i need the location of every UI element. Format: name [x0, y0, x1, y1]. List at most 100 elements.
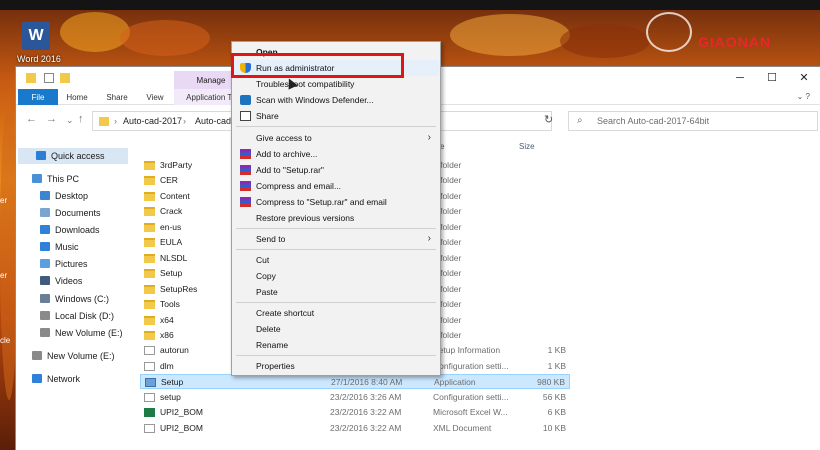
file-name: x86: [160, 329, 174, 340]
new-folder-icon[interactable]: [60, 73, 70, 83]
breadcrumb-auto-cad-2017[interactable]: Auto-cad-2017: [123, 116, 182, 126]
nav-item-documents[interactable]: Documents: [40, 205, 101, 221]
menu-item-copy[interactable]: Copy: [233, 268, 439, 284]
menu-item-rename[interactable]: Rename: [233, 337, 439, 353]
submenu-arrow-icon: ›: [427, 132, 431, 143]
nav-item-network[interactable]: Network: [32, 371, 80, 387]
share-icon: [240, 111, 251, 121]
maximize-button[interactable]: ☐: [756, 67, 788, 89]
breadcrumb-current[interactable]: Auto-cad-: [195, 116, 234, 126]
doc-icon: [144, 361, 155, 371]
file-date: 27/1/2016 8:40 AM: [331, 377, 403, 388]
desktop-edge-label: er: [0, 271, 8, 280]
menu-label: Add to archive...: [256, 149, 318, 159]
menu-label: Troubleshoot compatibility: [256, 79, 355, 89]
tab-home[interactable]: Home: [60, 89, 94, 105]
refresh-button[interactable]: ↻: [544, 113, 553, 126]
menu-item-delete[interactable]: Delete: [233, 321, 439, 337]
file-type: XML Document: [433, 422, 492, 433]
music-icon: [40, 242, 50, 251]
nav-item-quick-access[interactable]: Quick access: [18, 148, 128, 164]
word-app-icon[interactable]: W: [22, 22, 50, 50]
file-name: setup: [160, 391, 181, 402]
pc-icon: [32, 174, 42, 183]
menu-item-cut[interactable]: Cut: [233, 252, 439, 268]
menu-item-send-to[interactable]: Send to ›: [233, 231, 439, 247]
nav-item-pictures[interactable]: Pictures: [40, 256, 88, 272]
menu-item-add-to-archive[interactable]: Add to archive...: [233, 146, 439, 162]
menu-item-restore-previous-versions[interactable]: Restore previous versions: [233, 210, 439, 226]
search-input[interactable]: Search Auto-cad-2017-64bit: [597, 116, 709, 126]
close-button[interactable]: ✕: [788, 67, 820, 89]
menu-item-compress-setup-rar-email[interactable]: Compress to "Setup.rar" and email: [233, 194, 439, 210]
nav-item-videos[interactable]: Videos: [40, 273, 82, 289]
file-row[interactable]: Setup 27/1/2016 8:40 AM Application 980 KB: [140, 374, 570, 390]
folder-icon: [144, 207, 155, 217]
logo-circle-icon: [646, 12, 692, 52]
file-row[interactable]: UPI2_BOM 23/2/2016 3:22 AM XML Document 10 …: [140, 421, 570, 436]
nav-item-music[interactable]: Music: [40, 239, 79, 255]
folder-icon: [144, 191, 155, 201]
file-row[interactable]: setup 23/2/2016 3:26 AM Configuration sett…: [140, 390, 570, 405]
pictures-icon: [40, 259, 50, 268]
background-foliage: [60, 12, 130, 52]
nav-item-downloads[interactable]: Downloads: [40, 222, 100, 238]
star-icon: [36, 151, 46, 160]
drive-icon: [40, 294, 50, 303]
menu-item-add-to-setup-rar[interactable]: Add to "Setup.rar": [233, 162, 439, 178]
folder-icon: [144, 253, 155, 263]
menu-item-share[interactable]: Share: [233, 108, 439, 124]
column-header-size[interactable]: Size: [519, 142, 535, 156]
nav-item-new-volume-e[interactable]: New Volume (E:): [40, 325, 123, 341]
submenu-arrow-icon: ›: [427, 233, 431, 244]
up-button[interactable]: ↑: [78, 113, 84, 125]
folder-icon: [144, 300, 155, 310]
chevron-right-icon: ›: [114, 116, 117, 126]
tab-file[interactable]: File: [18, 89, 58, 105]
folder-icon: [144, 238, 155, 248]
folder-icon: [99, 117, 109, 126]
menu-item-troubleshoot-compatibility[interactable]: Troubleshoot compatibility: [233, 76, 439, 92]
menu-item-scan-defender[interactable]: Scan with Windows Defender...: [233, 92, 439, 108]
menu-item-give-access-to[interactable]: Give access to ›: [233, 130, 439, 146]
nav-label: Local Disk (D:): [55, 311, 115, 321]
background-foliage: [120, 20, 210, 56]
folder-icon: [144, 269, 155, 279]
tab-share[interactable]: Share: [100, 89, 134, 105]
file-type: Configuration setti...: [433, 360, 509, 371]
file-name: EULA: [160, 237, 183, 248]
nav-item-windows-c[interactable]: Windows (C:): [40, 291, 109, 307]
nav-item-local-disk-d[interactable]: Local Disk (D:): [40, 308, 114, 324]
recent-dropdown-button[interactable]: ⌄: [66, 115, 74, 126]
menu-item-paste[interactable]: Paste: [233, 284, 439, 300]
properties-icon[interactable]: [44, 73, 54, 83]
winrar-icon: [240, 165, 251, 175]
context-menu: Open Run as administrator Troubleshoot c…: [231, 41, 441, 376]
file-size: 56 KB: [542, 391, 566, 402]
menu-label: Send to: [256, 234, 286, 244]
tab-view[interactable]: View: [138, 89, 172, 105]
windows-defender-icon: [240, 95, 251, 105]
file-row[interactable]: UPI2_BOM 23/2/2016 3:22 AM Microsoft Excel…: [140, 405, 570, 420]
back-button[interactable]: ←: [26, 113, 37, 125]
nav-item-this-pc[interactable]: This PC: [32, 171, 79, 187]
file-name: UPI2_BOM: [160, 422, 203, 433]
word-desktop-label: Word 2016: [17, 54, 61, 64]
menu-item-compress-and-email[interactable]: Compress and email...: [233, 178, 439, 194]
doc-icon: [144, 392, 155, 402]
folder-icon: [26, 73, 36, 83]
file-name: NLSDL: [160, 252, 188, 263]
menu-item-create-shortcut[interactable]: Create shortcut: [233, 305, 439, 321]
desktop-edge-label: er: [0, 196, 8, 205]
nav-item-desktop[interactable]: Desktop: [40, 188, 88, 204]
forward-button[interactable]: →: [46, 113, 57, 125]
minimize-button[interactable]: ─: [724, 67, 756, 89]
ribbon-help-controls[interactable]: ⌄ ?: [797, 92, 810, 101]
desktop-edge-label: cle: [0, 336, 11, 345]
menu-item-properties[interactable]: Properties: [233, 358, 439, 374]
menu-label: Add to "Setup.rar": [256, 165, 324, 175]
nav-item-new-volume-e-root[interactable]: New Volume (E:): [32, 348, 115, 364]
menu-label: Rename: [256, 340, 289, 350]
nav-label: Music: [55, 242, 79, 252]
search-box[interactable]: ⌕ Search Auto-cad-2017-64bit: [568, 111, 818, 131]
